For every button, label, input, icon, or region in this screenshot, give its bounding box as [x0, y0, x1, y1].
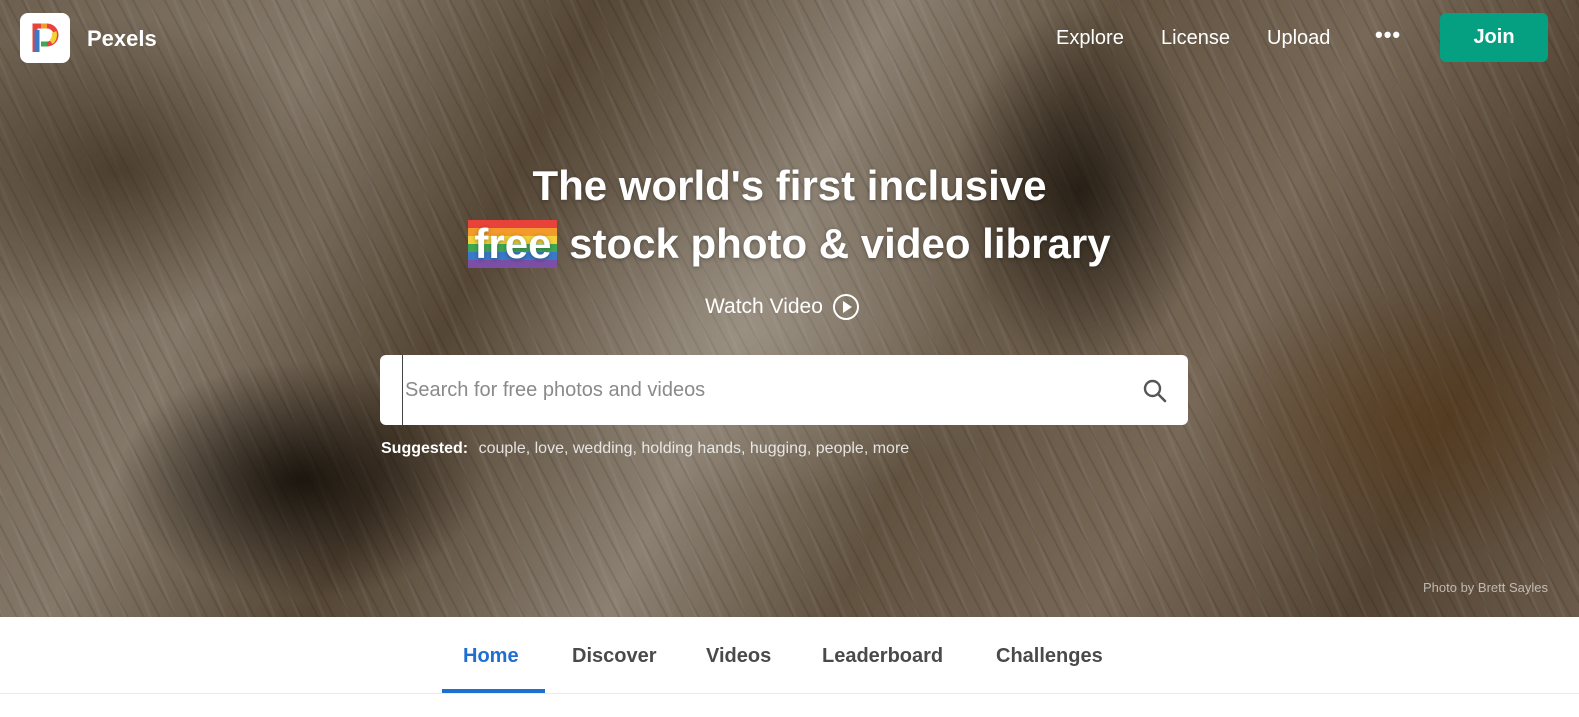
suggested-label: Suggested: — [381, 440, 469, 457]
suggestion-link[interactable]: holding hands, — [641, 440, 745, 457]
join-button[interactable]: Join — [1440, 13, 1548, 62]
free-rainbow-word: free — [468, 220, 558, 268]
tab-discover[interactable]: Discover — [572, 645, 657, 668]
suggestion-link[interactable]: couple, — [479, 440, 531, 457]
hero-title-line1: The world's first inclusive — [532, 162, 1047, 209]
suggestion-link[interactable]: love, — [535, 440, 569, 457]
main-tabs: Home Discover Videos Leaderboard Challen… — [0, 617, 1579, 694]
nav-upload[interactable]: Upload — [1267, 27, 1330, 50]
tab-leaderboard[interactable]: Leaderboard — [822, 645, 943, 668]
hero-title-line2: free stock photo & video library — [0, 220, 1579, 268]
suggestion-more-link[interactable]: more — [873, 440, 909, 457]
brand-name[interactable]: Pexels — [87, 26, 157, 52]
hero-title-line2-rest: stock photo & video library — [557, 220, 1111, 267]
pexels-logo-icon — [32, 23, 59, 52]
watch-video-label: Watch Video — [705, 295, 823, 318]
tab-home[interactable]: Home — [463, 645, 519, 668]
suggestion-link[interactable]: hugging, — [750, 440, 811, 457]
nav-license[interactable]: License — [1161, 27, 1230, 50]
tab-videos[interactable]: Videos — [706, 645, 771, 668]
search-bar[interactable] — [380, 355, 1188, 425]
tab-challenges[interactable]: Challenges — [996, 645, 1103, 668]
nav-explore[interactable]: Explore — [1056, 27, 1124, 50]
photo-credit[interactable]: Photo by Brett Sayles — [1423, 580, 1548, 595]
more-menu-icon[interactable]: ••• — [1375, 22, 1401, 48]
search-input[interactable] — [402, 355, 1125, 425]
pexels-logo[interactable] — [20, 13, 70, 63]
watch-video-link[interactable]: Watch Video — [705, 294, 859, 320]
suggestion-link[interactable]: people, — [816, 440, 869, 457]
play-circle-icon — [832, 294, 859, 320]
suggested-searches: Suggested: couple, love, wedding, holdin… — [381, 440, 909, 458]
suggestion-link[interactable]: wedding, — [573, 440, 637, 457]
active-tab-indicator — [442, 689, 545, 693]
search-icon[interactable] — [1142, 378, 1168, 404]
